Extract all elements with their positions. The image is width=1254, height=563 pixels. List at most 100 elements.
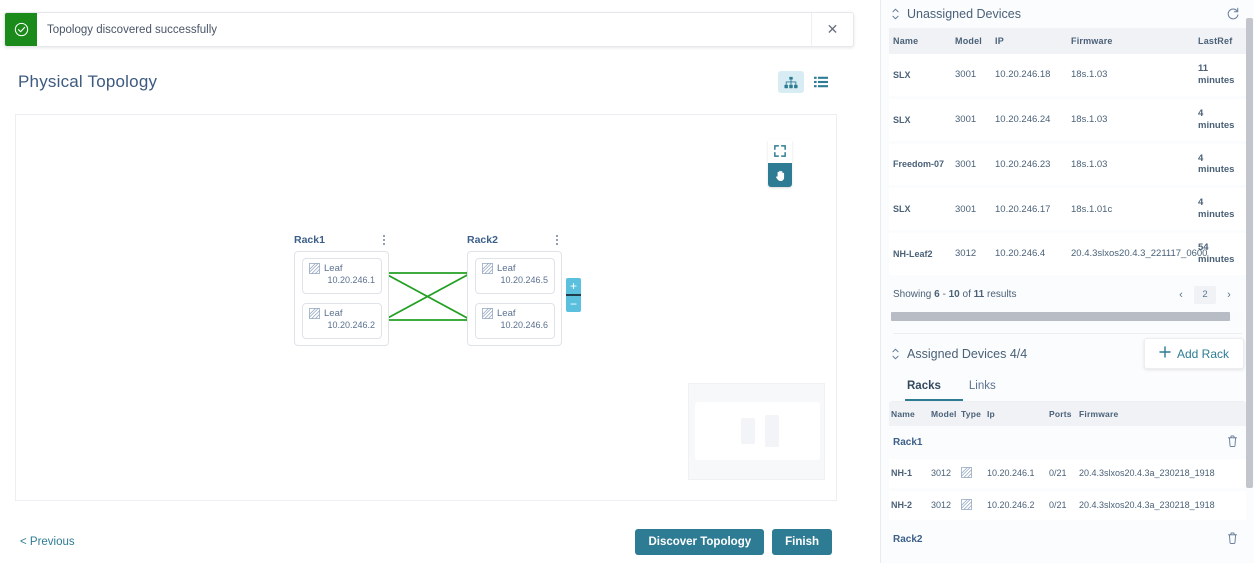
vertical-scrollbar[interactable] [1246,18,1253,488]
previous-button[interactable]: < Previous [20,536,75,548]
device-node[interactable]: Leaf 10.20.246.1 [302,258,382,294]
table-row[interactable]: SLX 3001 10.20.246.24 18s.1.03 4 minutes [889,97,1246,144]
minimap-viewport [695,402,820,460]
table-row[interactable]: SLX 3001 10.20.246.17 18s.1.01c 4 minutes [889,186,1246,233]
cell-ip: 10.20.246.18 [991,54,1067,99]
device-node[interactable]: Leaf 10.20.246.2 [302,303,382,339]
table-header-row: Name Model Type Ip Ports Firmware [889,401,1246,426]
cell-ip: 10.20.246.24 [991,97,1067,144]
pager-current-page[interactable]: 2 [1194,285,1216,304]
add-rack-button[interactable]: Add Rack [1143,338,1244,370]
table-header-row: Name Model IP Firmware LastRef [889,28,1246,54]
col-firmware[interactable]: Firmware [1067,28,1194,54]
unassigned-title: Unassigned Devices [907,7,1021,21]
finish-button[interactable]: Finish [772,528,832,555]
cell-model: 3012 [929,489,959,523]
collapse-icon[interactable] [887,8,903,20]
devices-sidebar: Unassigned Devices Name Model IP Firmwar… [880,0,1254,563]
assigned-devices-table: Name Model Type Ip Ports Firmware Rack1 N… [881,401,1254,556]
trash-icon[interactable] [1227,435,1242,450]
col-ports[interactable]: Ports [1047,401,1077,426]
cell-ports: 0/21 [1047,458,1077,491]
device-label: Leaf [324,308,343,319]
cell-lastref: 4 minutes [1194,142,1246,189]
footer-actions: Discover Topology Finish [635,528,832,555]
rack-node-2[interactable]: Rack2 Leaf 10.20.246.5 Leaf 10.20.246.6 [467,232,562,346]
table-row[interactable]: NH-2 3012 10.20.246.2 0/21 20.4.3slxos20.4.3… [889,489,1246,523]
discover-topology-button[interactable]: Discover Topology [635,528,765,555]
topology-icon[interactable] [778,71,804,93]
fullscreen-icon[interactable] [768,139,792,163]
device-ip: 10.20.246.1 [327,275,375,285]
topology-canvas[interactable]: Rack1 Leaf 10.20.246.1 Leaf 10.20.246.2 … [15,114,837,501]
canvas-tool-group [768,139,792,187]
rack-node-1[interactable]: Rack1 Leaf 10.20.246.1 Leaf 10.20.246.2 [294,232,389,346]
tab-links[interactable]: Links [967,374,1010,401]
refresh-icon[interactable] [1226,7,1240,21]
zoom-out-button[interactable]: − [566,296,581,312]
scrollbar-thumb[interactable] [891,311,1230,321]
cell-ip: 10.20.246.2 [985,489,1047,523]
col-model[interactable]: Model [951,28,991,54]
table-row[interactable]: SLX 3001 10.20.246.18 18s.1.03 11 minutes [889,54,1246,99]
horizontal-scrollbar[interactable] [891,311,1244,321]
cell-name: SLX [889,54,951,99]
table-row[interactable]: NH-1 3012 10.20.246.1 0/21 20.4.3slxos20.4.3… [889,458,1246,491]
col-type[interactable]: Type [959,401,985,426]
cell-lastref: 4 minutes [1194,186,1246,233]
col-model[interactable]: Model [929,401,959,426]
cell-name: SLX [889,186,951,233]
col-ip[interactable]: IP [991,28,1067,54]
table-row[interactable]: NH-Leaf2 3012 10.20.246.4 20.4.3slxos20.4.3… [889,231,1246,278]
page-header: Physical Topology [0,62,852,102]
unassigned-pagination: Showing 6 - 10 of 11 results ‹ 2 › [881,278,1254,308]
col-name[interactable]: Name [889,401,929,426]
rack-group-row[interactable]: Rack1 [889,425,1246,459]
device-label: Leaf [497,308,516,319]
rack-menu-icon[interactable] [556,235,562,245]
cell-firmware: 20.4.3slxos20.4.3a_230218_1918 [1077,458,1246,491]
unassigned-devices-header: Unassigned Devices [881,0,1254,28]
topology-pane: Topology discovered successfully ✕ Physi… [0,0,880,563]
rack-header: Rack1 [294,232,389,248]
cell-model: 3012 [929,458,959,491]
pager-next-icon[interactable]: › [1218,286,1240,304]
zoom-in-button[interactable]: + [566,278,581,294]
table-row[interactable]: Freedom-07 3001 10.20.246.23 18s.1.03 4 minut… [889,142,1246,189]
cell-firmware: 20.4.3slxos20.4.3_221117_0600 [1067,231,1207,278]
minimap[interactable] [688,383,825,480]
list-icon[interactable] [808,71,834,93]
cell-name: NH-1 [889,458,929,491]
rack-group-row[interactable]: Rack2 [889,521,1246,556]
cell-firmware: 20.4.3slxos20.4.3a_230218_1918 [1077,489,1246,523]
cell-model: 3001 [951,142,991,189]
add-rack-label: Add Rack [1176,346,1229,361]
col-ip[interactable]: Ip [985,401,1047,426]
pager-prev-icon[interactable]: ‹ [1170,286,1192,304]
plus-icon [1159,346,1171,361]
rack-menu-icon[interactable] [383,235,389,245]
cell-type [959,489,985,523]
device-node[interactable]: Leaf 10.20.246.5 [475,258,555,294]
paging-of: of [962,289,971,301]
trash-icon[interactable] [1227,532,1242,547]
cell-model: 3012 [951,231,991,278]
device-label: Leaf [324,263,343,274]
device-node[interactable]: Leaf 10.20.246.6 [475,303,555,339]
switch-icon [309,308,320,319]
cell-ports: 0/21 [1047,489,1077,523]
cell-ip: 10.20.246.1 [985,458,1047,491]
collapse-icon[interactable] [887,348,903,360]
hand-icon[interactable] [768,163,792,187]
switch-icon [309,263,320,274]
close-icon[interactable]: ✕ [811,13,853,46]
paging-prefix: Showing [893,289,932,301]
col-firmware[interactable]: Firmware [1077,401,1246,426]
tab-racks[interactable]: Racks [905,374,963,401]
rack-group-name: Rack2 [889,521,1077,556]
col-lastref[interactable]: LastRef [1194,28,1246,54]
wizard-footer: < Previous Discover Topology Finish [0,520,852,563]
col-name[interactable]: Name [889,28,951,54]
minimap-rack [741,418,755,444]
paging-dash: - [942,289,946,301]
